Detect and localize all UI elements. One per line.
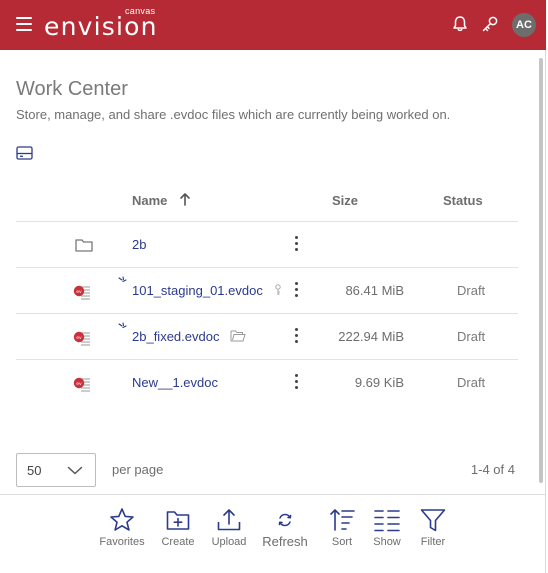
svg-text:ev: ev — [76, 336, 82, 341]
file-size: 222.94 MiB — [338, 329, 404, 344]
bell-icon[interactable] — [450, 14, 470, 34]
table-row[interactable]: 2b — [16, 222, 518, 268]
logo-text: envision — [44, 12, 158, 41]
sort-label: Sort — [331, 536, 353, 548]
evdoc-file-icon: ev — [73, 331, 90, 346]
show-button[interactable]: Show — [367, 507, 407, 548]
chevron-down-icon — [67, 466, 83, 475]
evdoc-file-icon: ev — [73, 285, 90, 300]
menu-icon[interactable] — [16, 17, 32, 31]
create-button[interactable]: Create — [156, 507, 200, 548]
filter-icon — [420, 509, 446, 532]
column-header-status[interactable]: Status — [443, 193, 483, 208]
file-name-link[interactable]: New__1.evdoc — [132, 375, 218, 390]
star-icon — [110, 508, 134, 531]
per-page-label: per page — [112, 462, 164, 477]
row-actions-icon[interactable] — [290, 236, 302, 254]
logo-subtext: canvas — [125, 6, 156, 16]
activity-spark-icon — [118, 322, 127, 329]
row-actions-icon[interactable] — [290, 282, 302, 300]
bottom-toolbar: Favorites Create Upload Refresh Sort Sho… — [0, 494, 546, 573]
top-bar: envision canvas AC — [0, 0, 546, 50]
pagination-range: 1-4 of 4 — [470, 462, 515, 477]
file-name-link[interactable]: 101_staging_01.evdoc — [132, 283, 263, 298]
file-name-link[interactable]: 2b — [132, 237, 146, 252]
upload-icon — [217, 509, 241, 531]
refresh-icon — [278, 513, 292, 527]
file-status: Draft — [457, 329, 486, 344]
vertical-scrollbar[interactable] — [539, 58, 543, 483]
file-name-link[interactable]: 2b_fixed.evdoc — [132, 329, 219, 344]
refresh-label: Refresh — [262, 534, 308, 549]
table-row[interactable]: ev New__1.evdoc 9.69 KiB Draft — [16, 360, 518, 406]
file-status: Draft — [457, 283, 486, 298]
column-header-name[interactable]: Name — [132, 193, 167, 208]
file-status: Draft — [457, 375, 486, 390]
key-badge-icon — [275, 284, 281, 295]
row-actions-icon[interactable] — [290, 374, 302, 392]
upload-button[interactable]: Upload — [207, 507, 251, 548]
file-size: 9.69 KiB — [354, 375, 404, 390]
sort-ascending-icon[interactable] — [179, 192, 191, 206]
refresh-button[interactable]: Refresh — [258, 507, 312, 549]
favorites-button[interactable]: Favorites — [96, 507, 148, 548]
filter-button[interactable]: Filter — [413, 507, 453, 548]
list-view-icon — [374, 510, 400, 532]
page-subtitle: Store, manage, and share .evdoc files wh… — [16, 107, 451, 122]
favorites-label: Favorites — [99, 536, 145, 548]
envision-logo: envision canvas — [44, 6, 164, 44]
folder-icon — [75, 239, 93, 252]
folder-outline-icon — [230, 330, 246, 342]
svg-text:ev: ev — [76, 290, 82, 295]
evdoc-file-icon: ev — [73, 377, 90, 392]
page-title: Work Center — [16, 78, 128, 100]
sort-icon — [330, 509, 355, 531]
row-actions-icon[interactable] — [290, 328, 302, 346]
folder-plus-icon — [166, 511, 190, 530]
app-window: envision canvas AC Work Center Store, ma… — [0, 0, 546, 573]
filter-label: Filter — [420, 536, 446, 548]
view-toggle-icon[interactable] — [16, 146, 33, 160]
activity-spark-icon — [118, 276, 127, 283]
table-header: Name Size Status — [16, 180, 518, 222]
per-page-select[interactable]: 50 — [16, 453, 96, 487]
column-header-size[interactable]: Size — [332, 193, 358, 208]
create-label: Create — [161, 536, 195, 548]
user-avatar[interactable]: AC — [512, 13, 536, 37]
sort-button[interactable]: Sort — [322, 507, 362, 548]
file-size: 86.41 MiB — [345, 283, 404, 298]
per-page-value: 50 — [27, 463, 42, 478]
table-row[interactable]: ev 2b_fixed.evdoc 222.94 MiB Draft — [16, 314, 518, 360]
upload-label: Upload — [211, 536, 247, 548]
show-label: Show — [373, 536, 401, 548]
svg-text:ev: ev — [76, 382, 82, 387]
table-row[interactable]: ev 101_staging_01.evdoc 86.41 MiB Draft — [16, 268, 518, 314]
key-icon[interactable] — [480, 14, 500, 34]
